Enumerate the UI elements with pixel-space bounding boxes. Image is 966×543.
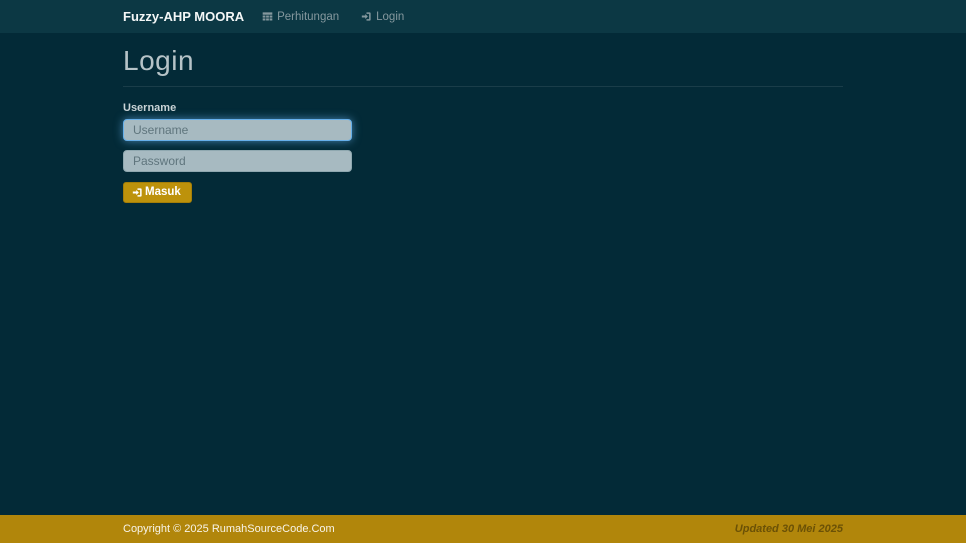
username-label: Username [123,102,843,114]
footer-copyright: Copyright © 2025 RumahSourceCode.Com [123,523,335,535]
main-content: Login Username Masuk [123,46,843,203]
nav-item-login[interactable]: Login [361,11,404,23]
login-form: Username Masuk [123,102,843,203]
nav-item-label: Perhitungan [277,11,339,23]
nav-item-perhitungan[interactable]: Perhitungan [262,11,339,23]
page-title: Login [123,46,843,87]
sign-in-icon [361,11,372,22]
nav-item-label: Login [376,11,404,23]
navbar: Fuzzy-AHP MOORA Perhitungan [0,0,966,33]
calculator-table-icon [262,11,273,22]
password-input[interactable] [123,150,352,172]
footer: Copyright © 2025 RumahSourceCode.Com Upd… [0,515,966,543]
masuk-button[interactable]: Masuk [123,182,192,203]
brand-link[interactable]: Fuzzy-AHP MOORA [123,9,244,24]
sign-in-icon [132,187,143,198]
username-input[interactable] [123,119,352,141]
masuk-button-label: Masuk [145,186,181,198]
footer-updated: Updated 30 Mei 2025 [735,523,843,535]
